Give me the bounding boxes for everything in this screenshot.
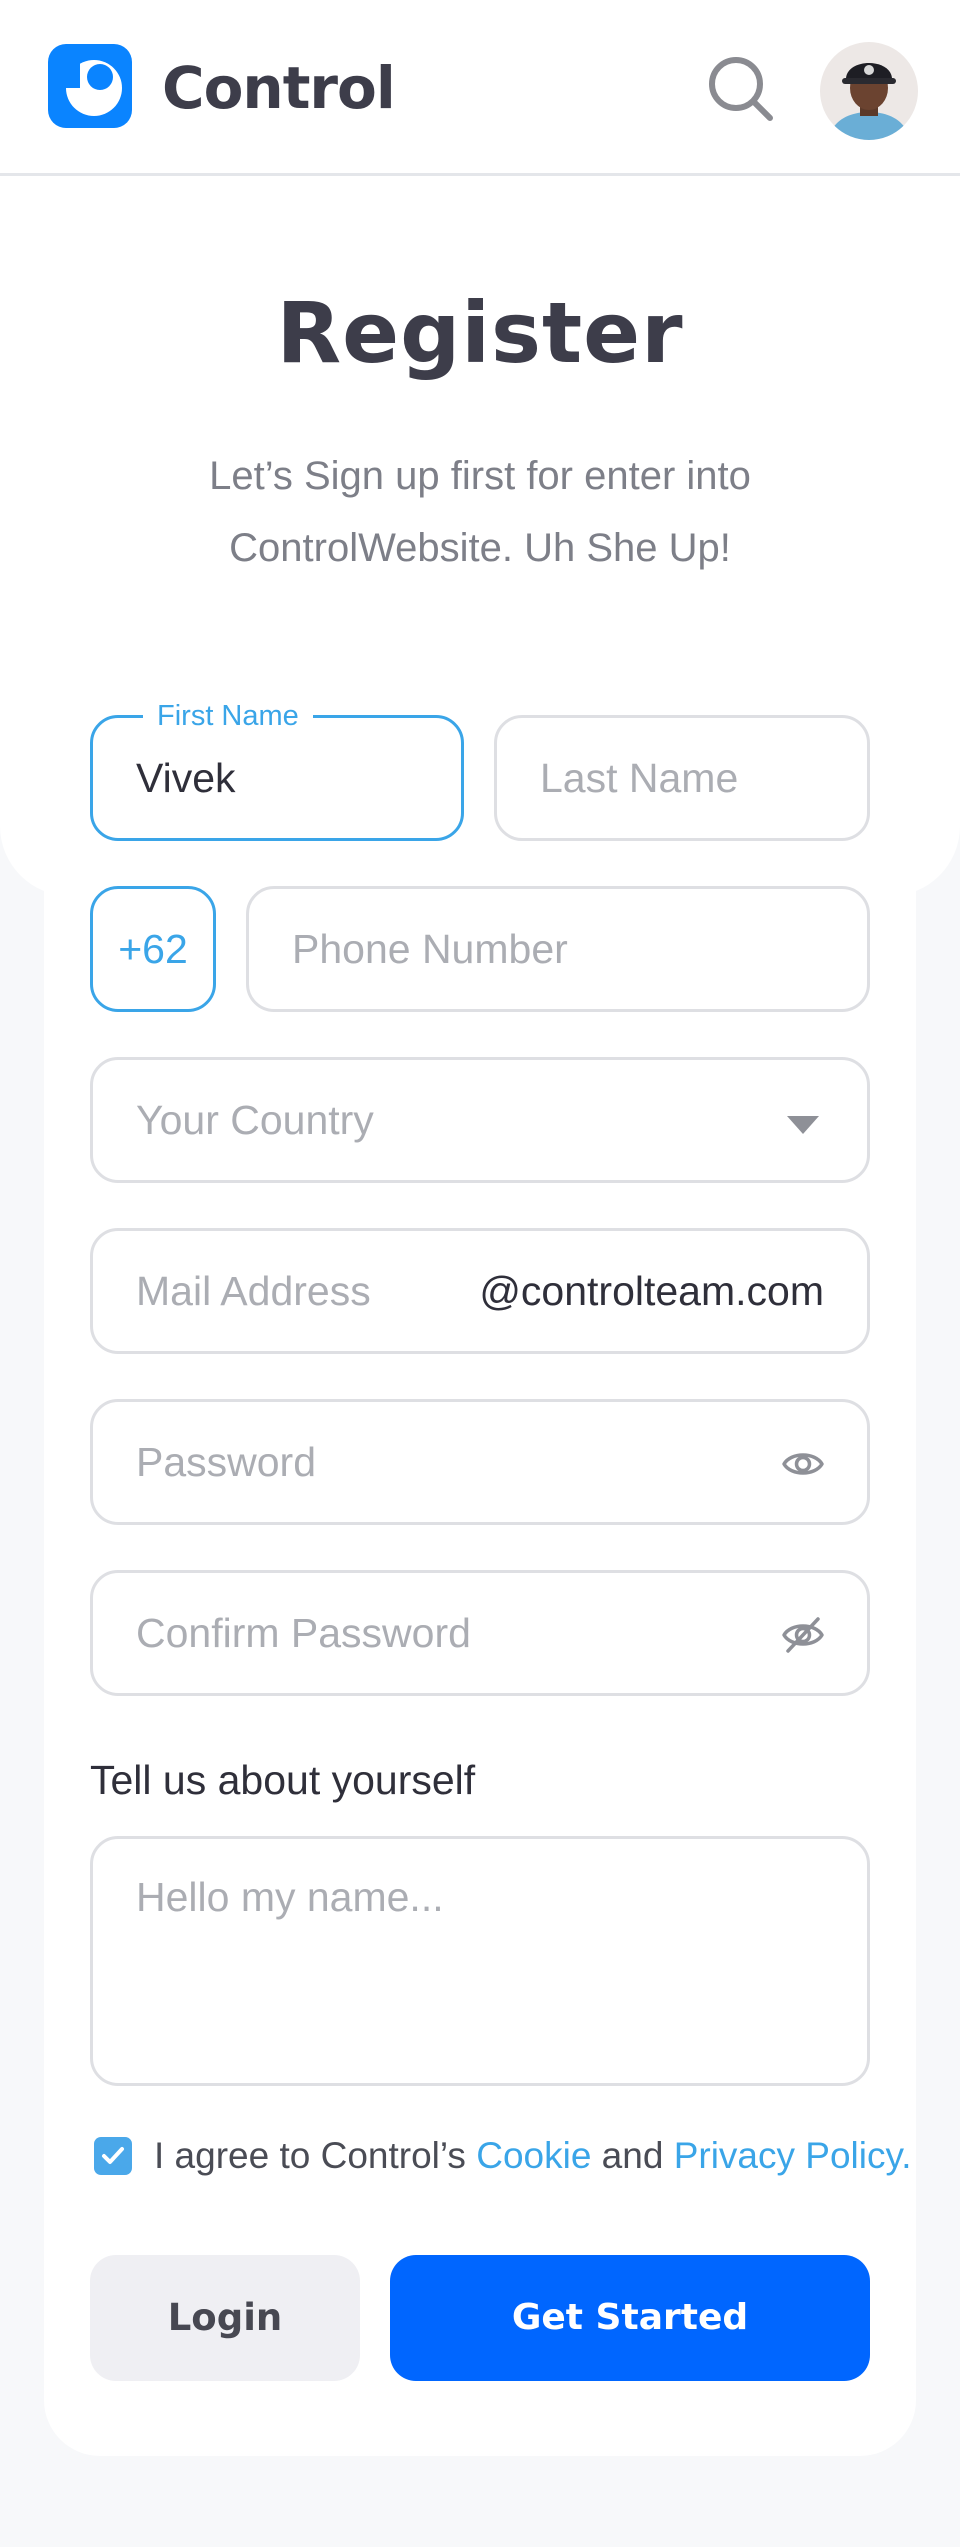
page-title: Register (276, 284, 684, 382)
country-select[interactable]: Your Country (90, 1057, 870, 1183)
email-placeholder: Mail Address (136, 1268, 371, 1314)
password-field[interactable]: Password (90, 1399, 870, 1525)
about-placeholder: Hello my name... (136, 1874, 444, 1920)
eye-icon[interactable] (781, 1442, 825, 1486)
privacy-policy-link[interactable]: Privacy Policy. (674, 2135, 912, 2176)
terms-text-middle: and (591, 2135, 674, 2176)
cookie-link[interactable]: Cookie (476, 2135, 591, 2176)
confirm-password-field[interactable]: Confirm Password (90, 1570, 870, 1696)
country-placeholder: Your Country (136, 1097, 374, 1143)
caret-down-icon (787, 1116, 819, 1134)
country-code-value: +62 (118, 926, 188, 972)
first-name-field[interactable]: First Name Vivek (90, 696, 464, 841)
terms-checkbox[interactable] (94, 2137, 132, 2175)
login-button[interactable]: Login (90, 2255, 360, 2381)
last-name-placeholder: Last Name (540, 755, 739, 801)
email-field[interactable]: Mail Address @controlteam.com (90, 1228, 870, 1354)
user-avatar[interactable] (820, 42, 918, 140)
about-textarea[interactable]: Hello my name... (90, 1836, 870, 2086)
terms-text: I agree to Control’s Cookie and Privacy … (154, 2133, 912, 2179)
page-subtitle: Let’s Sign up first for enter into Contr… (209, 454, 751, 570)
about-label: Tell us about yourself (90, 1757, 476, 1803)
email-domain-suffix: @controlteam.com (479, 1268, 824, 1314)
control-logo-icon (48, 44, 132, 128)
phone-number-field[interactable]: Phone Number (246, 886, 870, 1012)
top-header: Control (0, 0, 960, 176)
get-started-button[interactable]: Get Started (390, 2255, 870, 2381)
checkmark-icon (102, 2147, 124, 2164)
first-name-value: Vivek (136, 755, 236, 801)
phone-number-placeholder: Phone Number (292, 926, 568, 972)
password-placeholder: Password (136, 1439, 317, 1485)
confirm-password-placeholder: Confirm Password (136, 1610, 471, 1656)
last-name-field[interactable]: Last Name (494, 715, 870, 841)
search-icon[interactable] (706, 54, 776, 124)
terms-text-before: I agree to Control’s (154, 2135, 477, 2176)
brand-name: Control (162, 54, 396, 122)
country-code-field[interactable]: +62 (90, 886, 216, 1012)
eye-off-icon[interactable] (781, 1613, 825, 1657)
